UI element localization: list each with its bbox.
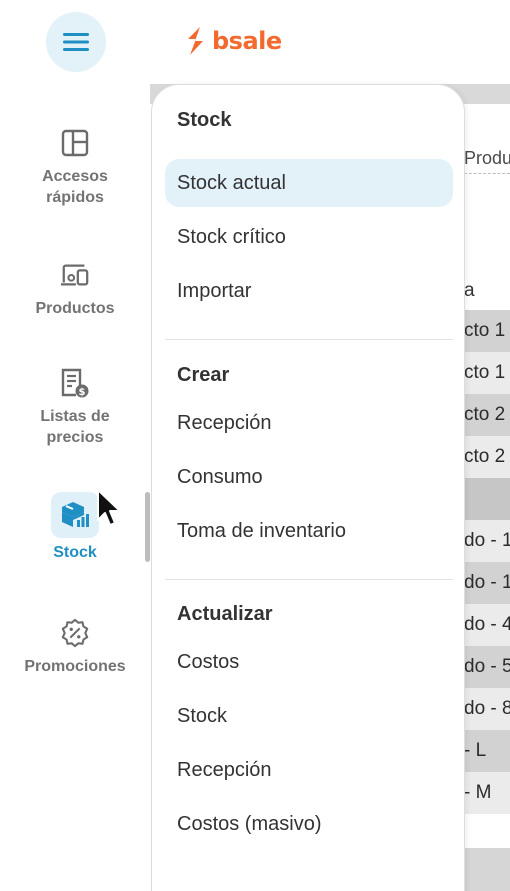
section-title-crear: Crear: [177, 364, 230, 386]
svg-text:$: $: [79, 387, 86, 398]
menu-item-recepcion-crear[interactable]: Recepción: [165, 399, 453, 447]
background-table-row[interactable]: cto 2: [464, 394, 510, 436]
rail-item-stock[interactable]: Stock: [0, 492, 150, 563]
background-table-row[interactable]: do - 4: [464, 604, 510, 646]
menu-item-stock-actual[interactable]: Stock actual: [165, 159, 453, 207]
section-divider: [165, 579, 453, 580]
discount-badge-icon: [60, 618, 90, 648]
background-table-row[interactable]: cto 1: [464, 352, 510, 394]
rail-label: Productos: [35, 300, 115, 317]
devices-icon: [60, 260, 90, 290]
rail-item-accesos-rapidos[interactable]: Accesos rápidos: [0, 128, 150, 208]
background-group-band: [464, 478, 510, 522]
background-table-row[interactable]: do - 8: [464, 688, 510, 730]
hamburger-menu-button[interactable]: [46, 12, 106, 72]
background-table-row[interactable]: - L: [464, 730, 510, 772]
mouse-cursor-icon: [97, 489, 121, 526]
background-tab-productos[interactable]: Produ: [464, 148, 510, 169]
background-column-header: a: [464, 280, 475, 301]
bsale-logo[interactable]: bsale: [184, 26, 282, 56]
menu-item-stock-critico[interactable]: Stock crítico: [165, 213, 453, 261]
background-tab-underline: [464, 173, 510, 174]
rail-label: Stock: [53, 544, 97, 561]
background-table-row[interactable]: cto 1: [464, 310, 510, 352]
menu-item-stock-actualizar[interactable]: Stock: [165, 692, 453, 740]
rail-label: Accesos rápidos: [42, 166, 108, 208]
background-footer-bar: [464, 848, 510, 891]
price-list-icon: $: [60, 368, 90, 398]
menu-item-costos[interactable]: Costos: [165, 638, 453, 686]
rail-active-indicator: [145, 492, 150, 562]
background-table-row[interactable]: do - 1: [464, 562, 510, 604]
menu-item-toma-de-inventario[interactable]: Toma de inventario: [165, 507, 453, 555]
rail-label: Promociones: [24, 658, 126, 675]
logo-text: bsale: [212, 27, 282, 55]
menu-item-importar[interactable]: Importar: [165, 267, 453, 315]
layout-grid-icon: [60, 128, 90, 158]
background-table-row[interactable]: - M: [464, 772, 510, 814]
rail-label-line2: rápidos: [46, 189, 104, 206]
rail-item-promociones[interactable]: Promociones: [0, 618, 150, 677]
section-divider: [165, 339, 453, 340]
rail-label-line2: precios: [46, 429, 104, 446]
menu-item-consumo[interactable]: Consumo: [165, 453, 453, 501]
menu-item-costos-masivo[interactable]: Costos (masivo): [165, 800, 453, 848]
stock-box-icon: [51, 492, 99, 538]
menu-item-recepcion-actualizar[interactable]: Recepción: [165, 746, 453, 794]
hamburger-icon: [63, 33, 89, 51]
rail-item-listas-de-precios[interactable]: $ Listas de precios: [0, 368, 150, 448]
bsale-logo-mark-icon: [188, 27, 203, 55]
rail-label-line1: Listas de: [40, 408, 110, 425]
rail-label-line1: Accesos: [42, 168, 108, 185]
background-table-row[interactable]: do - 5: [464, 646, 510, 688]
background-table-row[interactable]: cto 2: [464, 436, 510, 478]
rail-item-productos[interactable]: Productos: [0, 260, 150, 319]
section-title-actualizar: Actualizar: [177, 603, 273, 625]
rail-label: Listas de precios: [40, 406, 109, 448]
section-title-stock: Stock: [177, 109, 232, 131]
stock-submenu-panel: Stock Stock actual Stock crítico Importa…: [151, 84, 465, 891]
background-table-row[interactable]: do - 1: [464, 520, 510, 562]
